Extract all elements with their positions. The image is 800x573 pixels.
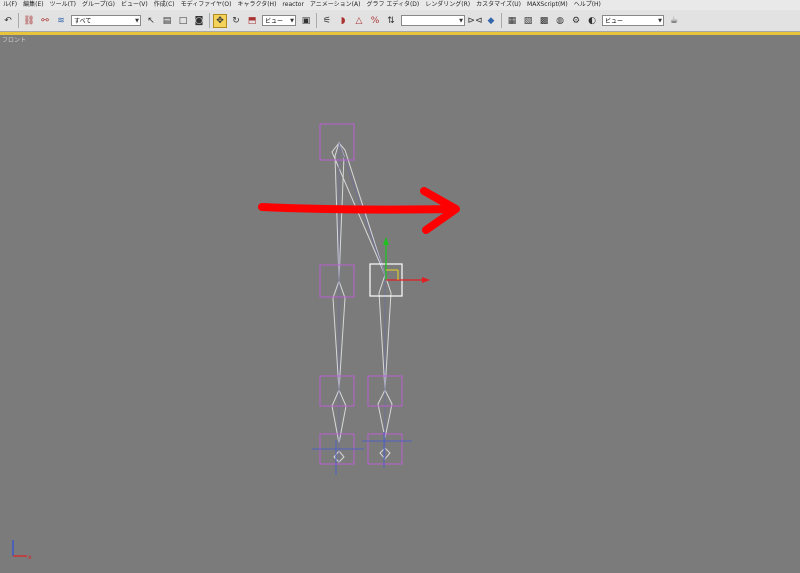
scale-icon[interactable]: ⬒ (245, 14, 259, 28)
move-gizmo[interactable] (383, 237, 430, 283)
menu-help[interactable]: ヘルプ(H) (571, 0, 604, 10)
rect-region-icon[interactable]: □ (176, 14, 190, 28)
main-toolbar: ↶ ⛓ ⚯ ≋ すべて ▼ ↖ ▤ □ ◙ ✥ ↻ ⬒ ビュー ▼ ▣ ⚟ ◗ … (0, 10, 800, 32)
render-preset-value: ビュー (605, 18, 624, 25)
bone-selection-box (319, 375, 355, 407)
reference-coord-dropdown[interactable]: ビュー ▼ (262, 15, 296, 26)
undo-icon[interactable]: ↶ (1, 14, 15, 28)
chevron-down-icon: ▼ (290, 18, 294, 24)
quick-render-icon[interactable]: ◐ (585, 14, 599, 28)
percent-snap-icon[interactable]: % (368, 14, 382, 28)
gizmo-x-arrowhead (422, 277, 430, 283)
select-by-name-icon[interactable]: ▤ (160, 14, 174, 28)
axis-x-label: x (28, 554, 32, 561)
foot-ground-markers (312, 432, 412, 475)
bone-inner-lines (338, 142, 386, 462)
menu-reactor[interactable]: reactor (279, 0, 307, 10)
menu-graph-editors[interactable]: グラフ エディタ(D) (363, 0, 422, 10)
gizmo-y-arrowhead (383, 237, 389, 245)
menu-bar: ル(F) 編集(E) ツール(T) グループ(G) ビュー(V) 作成(C) モ… (0, 0, 800, 10)
red-annotation-arrow (258, 187, 460, 234)
menu-modifiers[interactable]: モディファイヤ(O) (178, 0, 235, 10)
window-crossing-icon[interactable]: ◙ (192, 14, 206, 28)
align-icon[interactable]: ◆ (484, 14, 498, 28)
named-selection-dropdown[interactable]: ▼ (401, 15, 465, 26)
snap-icon[interactable]: ◗ (336, 14, 350, 28)
menu-customize[interactable]: カスタマイズ(U) (473, 0, 524, 10)
unlink-icon[interactable]: ⚯ (38, 14, 52, 28)
menu-group[interactable]: グループ(G) (79, 0, 118, 10)
angle-snap-icon[interactable]: △ (352, 14, 366, 28)
curve-editor-icon[interactable]: ▧ (521, 14, 535, 28)
menu-create[interactable]: 作成(C) (151, 0, 178, 10)
bind-space-warp-icon[interactable]: ≋ (54, 14, 68, 28)
menu-view[interactable]: ビュー(V) (118, 0, 151, 10)
teapot-icon[interactable]: ☕ (667, 14, 681, 28)
coord-system-value: ビュー (265, 18, 284, 25)
layer-icon[interactable]: ▦ (505, 14, 519, 28)
menu-character[interactable]: キャラクタ(H) (234, 0, 279, 10)
bone-chain-right[interactable] (331, 142, 393, 460)
link-icon[interactable]: ⛓ (22, 14, 36, 28)
axis-tripod: x (12, 540, 32, 561)
menu-maxscript[interactable]: MAXScript(M) (524, 0, 571, 10)
toolbar-separator (18, 13, 19, 28)
menu-animation[interactable]: アニメーション(A) (307, 0, 364, 10)
spinner-snap-icon[interactable]: ⇅ (384, 14, 398, 28)
render-setup-icon[interactable]: ⚙ (569, 14, 583, 28)
menu-file[interactable]: ル(F) (0, 0, 20, 10)
toolbar-separator (501, 13, 502, 28)
menu-rendering[interactable]: レンダリング(R) (422, 0, 473, 10)
manipulate-icon[interactable]: ⚟ (320, 14, 334, 28)
move-icon[interactable]: ✥ (213, 13, 227, 28)
chevron-down-icon: ▼ (135, 18, 139, 24)
chevron-down-icon: ▼ (459, 18, 463, 24)
toolbar-separator (209, 13, 210, 28)
menu-tools[interactable]: ツール(T) (47, 0, 79, 10)
bone-selection-box (319, 123, 355, 161)
selection-filter-dropdown[interactable]: すべて ▼ (71, 15, 141, 26)
chevron-down-icon: ▼ (658, 18, 662, 24)
pivot-icon[interactable]: ▣ (299, 14, 313, 28)
toolbar-separator (316, 13, 317, 28)
select-icon[interactable]: ↖ (144, 14, 158, 28)
mirror-icon[interactable]: ⊳⊲ (467, 14, 482, 28)
active-viewport-border (0, 32, 800, 35)
render-preset-dropdown[interactable]: ビュー ▼ (602, 15, 664, 26)
menu-edit[interactable]: 編集(E) (20, 0, 46, 10)
material-editor-icon[interactable]: ◍ (553, 14, 567, 28)
front-viewport[interactable]: x (0, 38, 800, 573)
selection-filter-value: すべて (74, 18, 92, 25)
schematic-icon[interactable]: ▩ (537, 14, 551, 28)
rotate-icon[interactable]: ↻ (229, 14, 243, 28)
bone-selection-box (319, 264, 355, 298)
